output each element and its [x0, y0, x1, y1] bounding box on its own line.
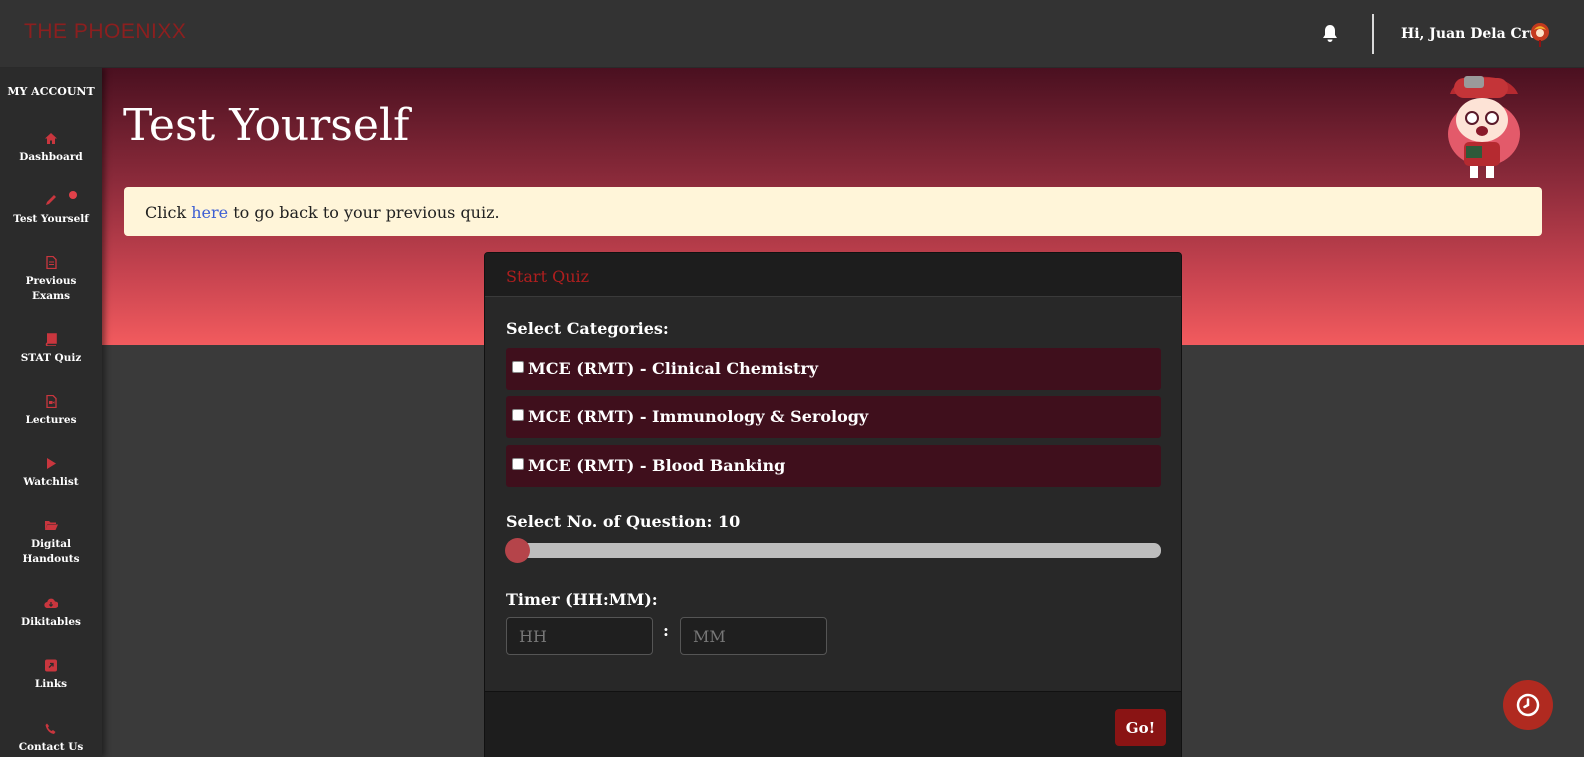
sidebar-item-label: Watchlist — [23, 476, 79, 488]
top-bar: THE PHOENIXX Hi, Juan Dela Cruz — [0, 0, 1584, 68]
category-checkbox[interactable] — [512, 458, 524, 470]
sidebar-item-label: Digital Handouts — [22, 538, 80, 565]
time-separator: : — [663, 621, 669, 640]
phone-icon — [45, 723, 56, 734]
sidebar-item-dikitables[interactable]: Dikitables — [0, 597, 102, 630]
book-icon — [45, 333, 57, 346]
logo-text: THE PHOENIXX — [24, 20, 187, 43]
category-label: MCE (RMT) - Clinical Chemistry — [528, 359, 819, 378]
sidebar-item-label: Test Yourself — [13, 213, 89, 225]
sidebar-item-label: Dashboard — [19, 151, 83, 163]
sidebar-item-label: Contact Us — [18, 741, 84, 753]
sidebar-item-contact-us[interactable]: Contact Us — [0, 722, 102, 755]
external-link-icon — [45, 659, 57, 672]
sidebar-item-label: Dikitables — [21, 616, 81, 628]
sidebar-item-label: Links — [34, 678, 68, 690]
cloud-download-icon — [44, 598, 58, 609]
clock-icon — [1516, 693, 1540, 717]
user-greeting[interactable]: Hi, Juan Dela Cruz — [1401, 26, 1547, 42]
previous-quiz-link[interactable]: here — [191, 203, 228, 222]
sidebar-item-watchlist[interactable]: Watchlist — [0, 457, 102, 490]
question-count-label: Select No. of Question: 10 — [506, 512, 741, 531]
file-icon — [46, 256, 57, 269]
sidebar-item-digital-handouts[interactable]: Digital Handouts — [0, 519, 102, 567]
play-icon — [47, 458, 56, 469]
previous-quiz-alert: Click here to go back to your previous q… — [124, 187, 1542, 236]
go-button[interactable]: Go! — [1115, 709, 1166, 746]
category-label: MCE (RMT) - Immunology & Serology — [528, 407, 869, 426]
sidebar-item-label: STAT Quiz — [20, 352, 82, 364]
category-checkbox[interactable] — [512, 409, 524, 421]
avatar[interactable] — [1528, 20, 1552, 48]
card-footer — [485, 691, 1181, 757]
category-option[interactable]: MCE (RMT) - Blood Banking — [506, 445, 1161, 487]
sidebar-item-label: Lectures — [25, 414, 77, 426]
notification-dot — [69, 191, 77, 199]
slider-thumb[interactable] — [505, 538, 530, 563]
sidebar-item-test-yourself[interactable]: Test Yourself — [0, 194, 102, 227]
history-button[interactable] — [1503, 680, 1553, 730]
mascot-illustration — [1448, 76, 1520, 178]
page-title: Test Yourself — [123, 100, 410, 151]
sidebar-item-stat-quiz[interactable]: STAT Quiz — [0, 333, 102, 366]
pencil-icon — [46, 195, 56, 205]
timer-label: Timer (HH:MM): — [506, 590, 658, 609]
card-header: Start Quiz — [485, 253, 1181, 297]
question-count-slider[interactable] — [506, 543, 1161, 558]
sidebar: MY ACCOUNT Dashboard Test Yourself Previ… — [0, 68, 102, 757]
sidebar-item-lectures[interactable]: Lectures — [0, 395, 102, 428]
minutes-input[interactable] — [680, 617, 827, 655]
category-checkbox[interactable] — [512, 361, 524, 373]
sidebar-item-label: Previous Exams — [25, 275, 77, 302]
video-file-icon — [46, 395, 57, 408]
sidebar-title: MY ACCOUNT — [7, 85, 95, 98]
alert-text-prefix: Click — [145, 203, 192, 222]
home-icon — [45, 133, 57, 144]
category-label: MCE (RMT) - Blood Banking — [528, 456, 786, 475]
alert-text-suffix: to go back to your previous quiz. — [228, 203, 500, 222]
hours-input[interactable] — [506, 617, 653, 655]
bell-icon[interactable] — [1321, 24, 1339, 44]
header-divider — [1372, 14, 1374, 54]
category-option[interactable]: MCE (RMT) - Clinical Chemistry — [506, 348, 1161, 390]
sidebar-item-previous-exams[interactable]: Previous Exams — [0, 256, 102, 304]
categories-label: Select Categories: — [506, 319, 669, 338]
logo[interactable]: THE PHOENIXX — [24, 20, 186, 44]
sidebar-item-dashboard[interactable]: Dashboard — [0, 132, 102, 165]
folder-open-icon — [45, 521, 58, 530]
category-option[interactable]: MCE (RMT) - Immunology & Serology — [506, 396, 1161, 438]
start-quiz-card: Start Quiz Select Categories: MCE (RMT) … — [484, 252, 1182, 757]
sidebar-item-links[interactable]: Links — [0, 659, 102, 692]
